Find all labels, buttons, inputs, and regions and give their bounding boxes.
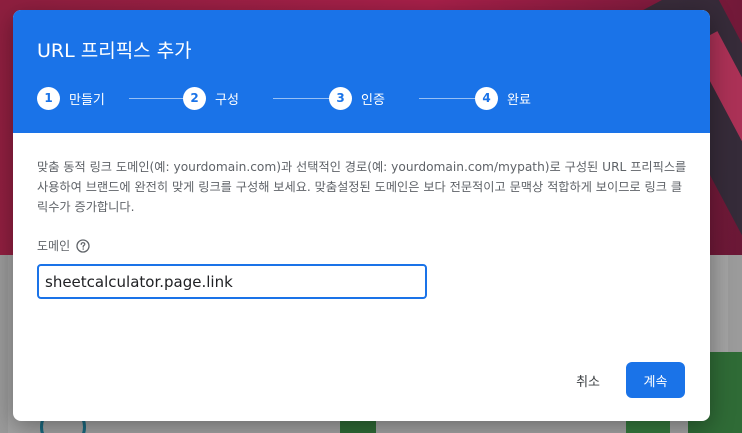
- step-connector: [129, 98, 189, 99]
- continue-button[interactable]: 계속: [626, 362, 685, 398]
- dialog-actions: 취소 계속: [562, 362, 685, 398]
- step-label: 구성: [215, 92, 239, 108]
- domain-input[interactable]: [39, 266, 425, 297]
- domain-label-row: 도메인: [37, 237, 686, 254]
- step-number: 3: [329, 86, 352, 110]
- step-configure: 2 구성: [183, 86, 239, 110]
- step-label: 인증: [361, 92, 385, 108]
- help-circle-icon[interactable]: [76, 238, 90, 253]
- step-finish: 4 완료: [475, 86, 531, 110]
- step-connector: [273, 98, 337, 99]
- step-number: 1: [37, 86, 60, 110]
- dialog-description: 맞춤 동적 링크 도메인(예: yourdomain.com)과 선택적인 경로…: [37, 160, 687, 214]
- step-connector: [419, 98, 483, 99]
- cancel-button[interactable]: 취소: [562, 362, 614, 398]
- step-number: 2: [183, 86, 206, 110]
- step-verify: 3 인증: [329, 86, 385, 110]
- domain-label: 도메인: [37, 239, 71, 253]
- dialog-header: URL 프리픽스 추가 1 만들기 2 구성 3 인증 4 완료: [13, 10, 710, 133]
- domain-input-container: [37, 264, 427, 299]
- stepper: 1 만들기 2 구성 3 인증 4 완료: [37, 86, 697, 110]
- step-label: 완료: [507, 92, 531, 108]
- step-create: 1 만들기: [37, 86, 105, 110]
- step-label: 만들기: [69, 92, 105, 108]
- dialog-title: URL 프리픽스 추가: [37, 40, 192, 62]
- dialog-body: 맞춤 동적 링크 도메인(예: yourdomain.com)과 선택적인 경로…: [13, 133, 710, 299]
- add-url-prefix-dialog: URL 프리픽스 추가 1 만들기 2 구성 3 인증 4 완료 맞춤 동적 링…: [13, 10, 710, 421]
- step-number: 4: [475, 86, 498, 110]
